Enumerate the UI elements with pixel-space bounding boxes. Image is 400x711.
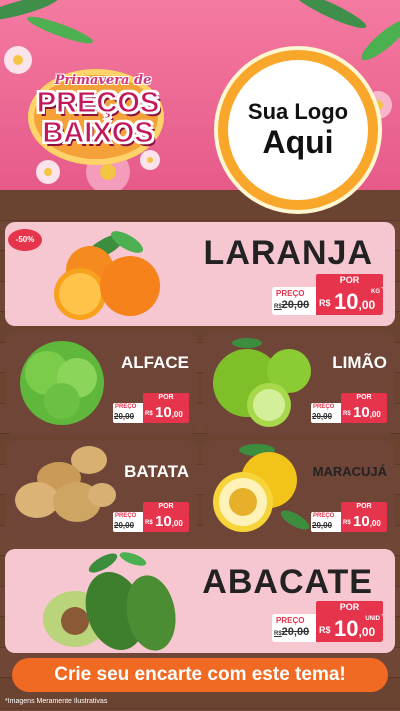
preco-label: PREÇO <box>115 404 137 410</box>
old-price-box: PREÇO 20,00 <box>113 403 143 423</box>
preco-label: PREÇO <box>313 404 335 410</box>
old-price-box: PREÇO 20,00 <box>113 512 143 532</box>
product-name: ALFACE <box>121 353 189 372</box>
price-tag: POR PREÇO 20,00 R$ 10,00 <box>311 502 389 532</box>
currency: R$ <box>319 298 331 308</box>
discount-badge: -50% <box>8 229 42 251</box>
currency: R$ <box>319 625 331 635</box>
new-price: 10,00 <box>353 513 381 530</box>
avocado-image <box>43 552 176 651</box>
orange-image <box>54 231 160 320</box>
old-price: 20,00 <box>114 412 135 421</box>
product-card-laranja: LARANJA POR PREÇO R$20,00 R$ 10,00 KG <box>5 222 395 326</box>
new-price-box: R$ 10,00 <box>143 403 189 423</box>
por-label: POR <box>316 601 383 614</box>
preco-label: PREÇO <box>276 616 305 625</box>
por-label: POR <box>316 274 383 287</box>
currency: R$ <box>343 411 351 417</box>
currency: R$ <box>343 520 351 526</box>
product-name: BATATA <box>124 462 189 481</box>
lime-image <box>213 338 311 427</box>
promo-badge: Primavera de PREÇOS BAIXOS <box>10 45 180 165</box>
currency: R$ <box>145 520 153 526</box>
old-price: 20,00 <box>114 521 135 530</box>
por-label: POR <box>143 393 189 403</box>
new-price-box: R$ 10,00 UNID <box>316 614 383 642</box>
por-label: POR <box>143 502 189 512</box>
preco-label: PREÇO <box>313 513 335 519</box>
new-price: 10,00 <box>155 404 183 421</box>
old-price: 20,00 <box>312 412 333 421</box>
old-price: 20,00 <box>312 521 333 530</box>
new-price-box: R$ 10,00 KG <box>316 287 383 315</box>
badge-script-text: Primavera de <box>54 73 152 88</box>
por-label: POR <box>341 393 387 403</box>
product-card-abacate: ABACATE POR PREÇO R$20,00 R$ 10,00 UNID <box>5 549 395 653</box>
price-tag: POR PREÇO 20,00 R$ 10,00 <box>311 393 389 423</box>
old-price-box: PREÇO R$20,00 <box>272 614 316 642</box>
unit-label: UNID <box>365 616 380 622</box>
logo-placeholder: Sua Logo Aqui <box>218 50 378 210</box>
product-name: LARANJA <box>203 234 373 272</box>
preco-label: PREÇO <box>115 513 137 519</box>
product-card-maracuja: MARACUJÁ POR PREÇO 20,00 R$ 10,00 <box>203 440 395 544</box>
product-card-batata: BATATA POR PREÇO 20,00 R$ 10,00 <box>5 440 197 544</box>
old-price-box: PREÇO R$20,00 <box>272 287 316 315</box>
currency: R$ <box>145 411 153 417</box>
badge-line-2: BAIXOS <box>42 117 154 150</box>
old-price: R$20,00 <box>274 626 310 638</box>
old-price-box: PREÇO 20,00 <box>311 403 341 423</box>
product-card-alface: ALFACE POR PREÇO 20,00 R$ 10,00 <box>5 331 197 435</box>
price-tag: POR PREÇO R$20,00 R$ 10,00 UNID <box>272 601 387 647</box>
product-name: LIMÃO <box>332 353 387 372</box>
passion-fruit-image <box>213 444 310 532</box>
old-price: R$20,00 <box>274 299 310 311</box>
new-price-box: R$ 10,00 <box>143 512 189 532</box>
preco-label: PREÇO <box>276 289 305 298</box>
price-tag: POR PREÇO R$20,00 R$ 10,00 KG <box>272 274 387 320</box>
potato-image <box>15 446 116 522</box>
product-name: MARACUJÁ <box>312 464 387 479</box>
new-price: 10,00 <box>334 289 376 314</box>
new-price: 10,00 <box>353 404 381 421</box>
lettuce-image <box>20 341 104 425</box>
badge-line-1: PREÇOS <box>36 87 160 120</box>
price-tag: POR PREÇO 20,00 R$ 10,00 <box>113 502 191 532</box>
logo-text-1: Sua Logo <box>247 99 349 125</box>
product-name: ABACATE <box>202 563 373 601</box>
new-price-box: R$ 10,00 <box>341 403 387 423</box>
logo-text-2: Aqui <box>262 123 334 160</box>
new-price: 10,00 <box>155 513 183 530</box>
por-label: POR <box>341 502 387 512</box>
product-card-limao: LIMÃO POR PREÇO 20,00 R$ 10,00 <box>203 331 395 435</box>
disclaimer-text: *Imagens Meramente Ilustrativas <box>5 698 108 705</box>
price-tag: POR PREÇO 20,00 R$ 10,00 <box>113 393 191 423</box>
create-flyer-button[interactable]: Crie seu encarte com este tema! <box>12 658 388 692</box>
unit-label: KG <box>371 289 380 295</box>
old-price-box: PREÇO 20,00 <box>311 512 341 532</box>
new-price-box: R$ 10,00 <box>341 512 387 532</box>
